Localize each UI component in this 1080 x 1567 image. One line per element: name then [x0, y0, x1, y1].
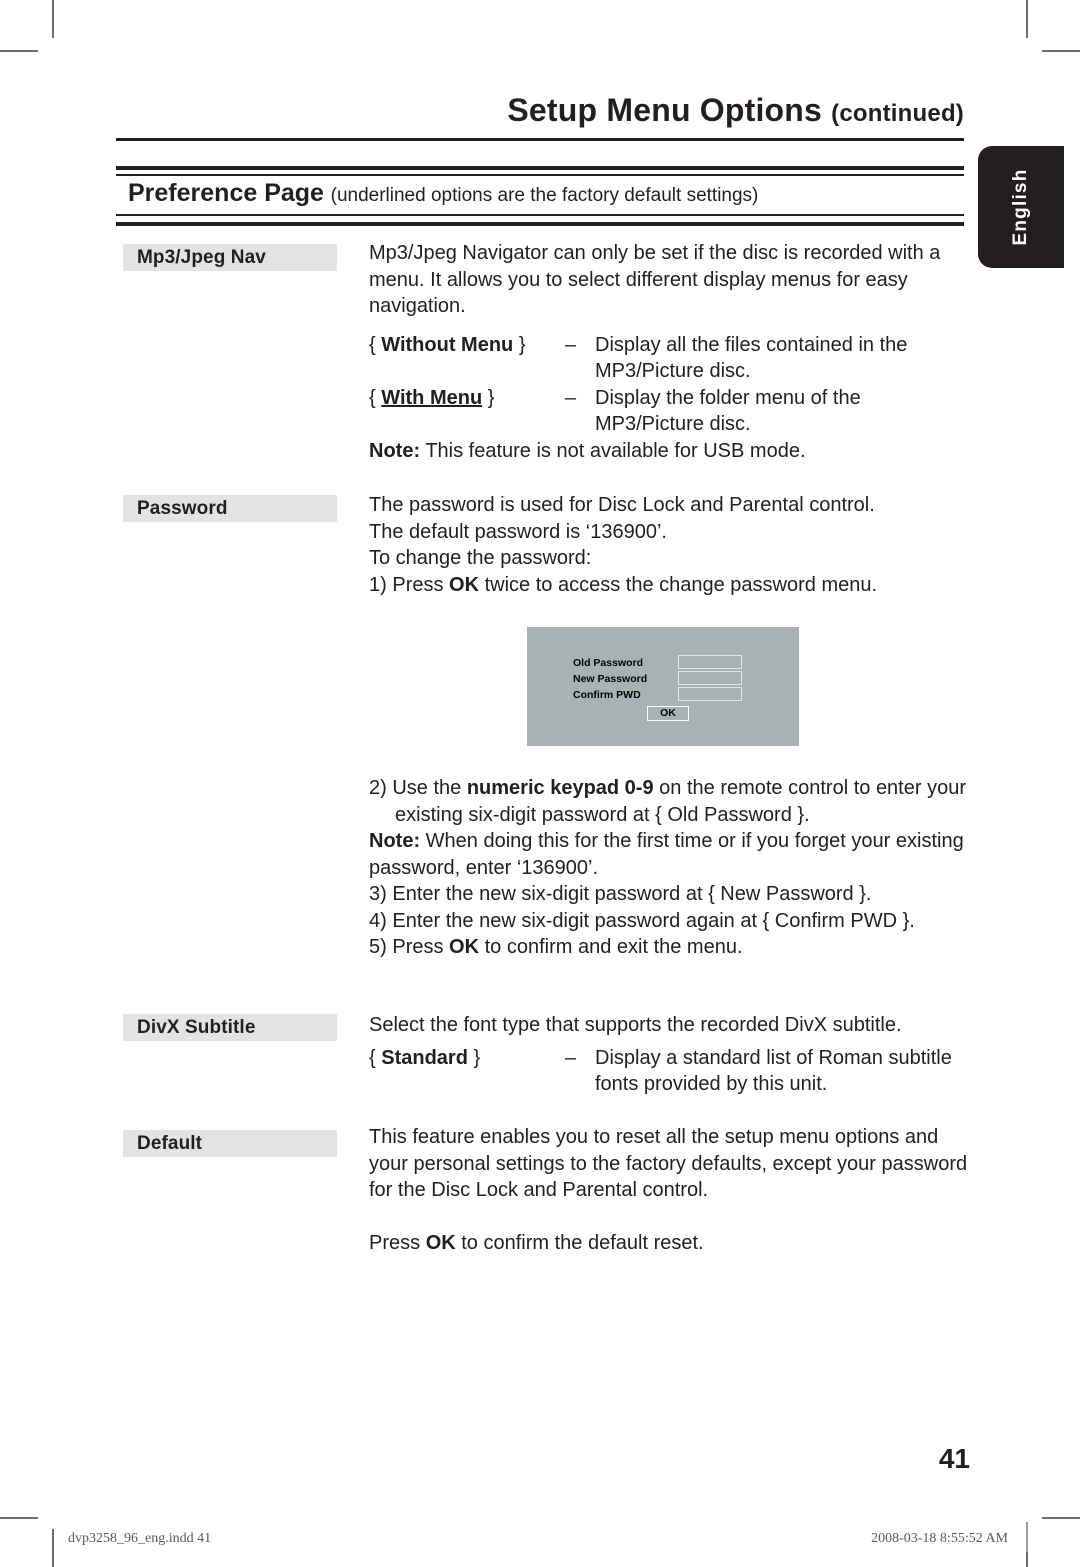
paragraph-intro: This feature enables you to reset all th… — [369, 1126, 968, 1201]
step-2: 2) Use the numeric keypad 0-9 on the rem… — [369, 775, 969, 828]
section-label-password: Password — [123, 495, 337, 522]
header-rule — [116, 138, 964, 141]
option-name-standard: { Standard } — [369, 1045, 565, 1072]
band-title-note: (underlined options are the factory defa… — [330, 185, 759, 206]
step-1: 1) Press OK twice to access the change p… — [369, 572, 969, 599]
step-5-text-a: Press — [392, 936, 450, 958]
step-4-text: Enter the new six-digit password again a… — [392, 909, 915, 932]
section-body-default: This feature enables you to reset all th… — [369, 1124, 969, 1256]
step-2-number: 2) — [369, 777, 387, 799]
step-3-number: 3) — [369, 883, 387, 905]
page-title-continued: (continued) — [831, 100, 964, 127]
step-1-text-a: Press — [392, 573, 450, 596]
manual-page: Setup Menu Options (continued) English P… — [0, 0, 1080, 1567]
section-label-divx-subtitle: DivX Subtitle — [123, 1014, 337, 1041]
note-label: Note: — [369, 830, 421, 852]
section-body-divx-subtitle: Select the font type that supports the r… — [369, 1012, 969, 1098]
section-label-text: Password — [137, 498, 228, 519]
paragraph-password-1: The password is used for Disc Lock and P… — [369, 494, 875, 516]
dialog-label-confirm-pwd: Confirm PWD — [573, 689, 641, 701]
dialog-field-old-password[interactable] — [678, 655, 742, 669]
paragraph-press-ok: Press OK to confirm the default reset. — [369, 1230, 969, 1257]
brace-close: } — [518, 333, 526, 356]
footer-file-name: dvp3258_96_eng.indd 41 — [68, 1531, 212, 1546]
press-text-b: to confirm the default reset. — [455, 1231, 704, 1254]
band-rule-top-thick — [116, 166, 964, 170]
numeric-keypad-keyword: numeric keypad 0-9 — [466, 777, 654, 799]
brace-open: { — [369, 333, 376, 356]
press-text-a: Press — [369, 1231, 426, 1254]
section-label-text: DivX Subtitle — [137, 1017, 256, 1038]
dialog-label-new-password: New Password — [573, 673, 648, 685]
step-1-text-b: twice to access the change password menu… — [479, 573, 878, 596]
step-5: 5) Press OK to confirm and exit the menu… — [369, 934, 969, 961]
page-title-text: Setup Menu Options — [507, 92, 823, 128]
step-4: 4) Enter the new six-digit password agai… — [369, 908, 969, 935]
option-dash: – — [565, 333, 577, 356]
band-rule-bottom-thick — [116, 222, 964, 226]
paragraph-password-2: The default password is ‘136900’. — [369, 520, 667, 543]
step-1-number: 1) — [369, 573, 387, 596]
paragraph-note-2: Note: When doing this for the first time… — [369, 828, 969, 881]
ok-keyword: OK — [449, 573, 480, 596]
option-name-with-menu: { With Menu } — [369, 385, 565, 412]
dialog-field-new-password[interactable] — [678, 671, 742, 685]
language-tab: English — [978, 146, 1064, 268]
ok-keyword: OK — [425, 1231, 456, 1254]
paragraph-password-3: To change the password: — [369, 547, 592, 569]
section-body-password-bottom: 2) Use the numeric keypad 0-9 on the rem… — [369, 775, 969, 961]
band-title-text: Preference Page — [128, 179, 324, 207]
section-label-mp3-jpeg-nav: Mp3/Jpeg Nav — [123, 244, 337, 271]
dialog-label-old-password: Old Password — [573, 657, 644, 669]
option-row-with-menu: { With Menu } – Display the folder menu … — [369, 385, 969, 438]
band-rule-bottom-thin — [116, 214, 964, 216]
section-band-title: Preference Page (underlined options are … — [128, 179, 758, 208]
note-text: When doing this for the first time or if… — [369, 830, 964, 879]
band-rule-top-thin — [116, 174, 964, 176]
option-label: Without Menu — [381, 333, 514, 356]
option-dash: – — [565, 386, 577, 409]
paragraph-intro: Mp3/Jpeg Navigator can only be set if th… — [369, 242, 941, 317]
note-label: Note: — [369, 439, 421, 462]
ok-keyword: OK — [449, 936, 480, 958]
footer-separator-rule — [1026, 1522, 1028, 1552]
section-body-password-top: The password is used for Disc Lock and P… — [369, 492, 969, 598]
language-tab-label: English — [1010, 168, 1031, 246]
option-dash: – — [565, 1046, 577, 1069]
note-text: This feature is not available for USB mo… — [425, 439, 806, 462]
option-label: Standard — [381, 1046, 468, 1069]
dialog-field-confirm-pwd[interactable] — [678, 687, 742, 701]
brace-close: } — [473, 1046, 481, 1069]
option-name-without-menu: { Without Menu } — [369, 332, 565, 359]
step-5-text-b: to confirm and exit the menu. — [479, 936, 743, 958]
section-label-text: Default — [137, 1133, 203, 1154]
brace-close: } — [487, 386, 495, 409]
section-label-default: Default — [123, 1130, 337, 1157]
step-4-number: 4) — [369, 909, 387, 932]
option-label: With Menu — [381, 386, 483, 409]
step-2-text-a: Use the — [392, 777, 467, 799]
dialog-ok-button[interactable]: OK — [647, 706, 689, 721]
paragraph-note: Note: This feature is not available for … — [369, 438, 969, 465]
step-5-number: 5) — [369, 936, 387, 958]
step-3-text: Enter the new six-digit password at { Ne… — [392, 883, 872, 905]
option-description: Display all the files contained in the M… — [595, 333, 908, 383]
brace-open: { — [369, 1046, 376, 1069]
step-3: 3) Enter the new six-digit password at {… — [369, 881, 969, 908]
section-body-mp3-jpeg-nav: Mp3/Jpeg Navigator can only be set if th… — [369, 240, 969, 464]
page-title: Setup Menu Options (continued) — [507, 92, 964, 129]
footer-timestamp: 2008-03-18 8:55:52 AM — [871, 1531, 1008, 1546]
option-row-without-menu: { Without Menu } – Display all the files… — [369, 332, 969, 385]
page-number: 41 — [938, 1443, 970, 1474]
option-description: Display a standard list of Roman subtitl… — [595, 1046, 952, 1096]
option-description: Display the folder menu of the MP3/Pictu… — [595, 386, 861, 436]
password-dialog-screenshot: Old Password New Password Confirm PWD OK — [527, 627, 799, 746]
paragraph-intro: Select the font type that supports the r… — [369, 1014, 902, 1036]
section-label-text: Mp3/Jpeg Nav — [137, 247, 266, 268]
brace-open: { — [369, 386, 376, 409]
option-row-standard: { Standard } – Display a standard list o… — [369, 1045, 969, 1098]
